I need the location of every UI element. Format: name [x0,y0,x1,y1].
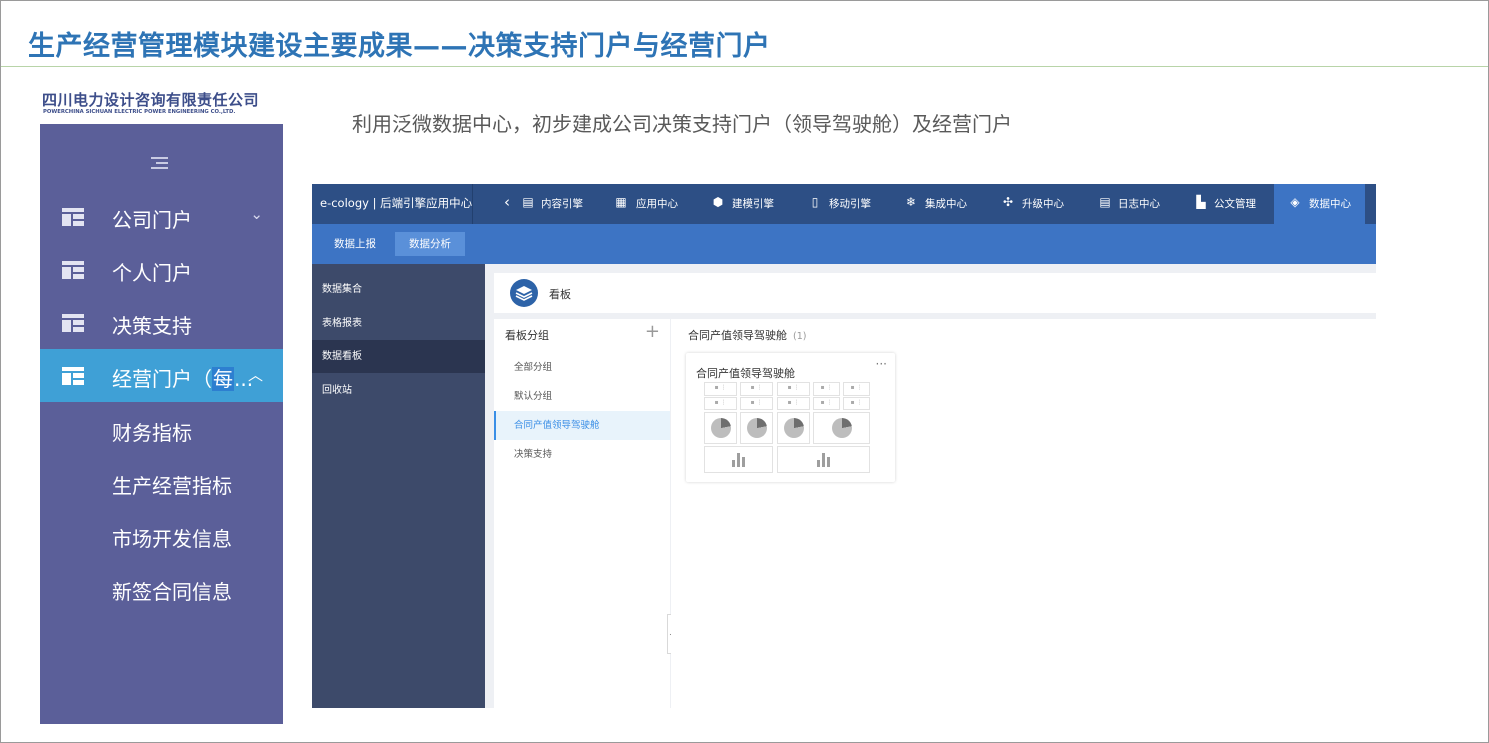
title-divider [1,66,1488,67]
thumb-bar-chart [777,446,870,473]
tab-data-report[interactable]: 数据上报 [328,232,382,256]
sub-item-contracts[interactable]: 新签合同信息 [112,576,232,605]
nav-label: 决策支持 [112,314,192,338]
group-item-all[interactable]: 全部分组 [494,353,670,382]
tab-document-management[interactable]: ▙ 公文管理 [1193,184,1268,224]
portal-sidebar: 四川电力设计咨询有限责任公司 POWERCHINA SICHUAN ELECTR… [40,86,283,724]
nav-label: 经营门户（每... [112,367,254,391]
log-icon: ▤ [1099,195,1111,209]
snowflake-icon: ❄ [905,195,917,209]
sidebar-item-table-report[interactable]: 表格报表 [312,307,485,340]
refresh-icon: ✣ [1002,195,1014,209]
portal-icon [62,367,84,385]
sub-item-market[interactable]: 市场开发信息 [112,523,232,552]
thumb-tile: ▪ ⋮ [740,397,773,410]
group-item-leader-cockpit[interactable]: 合同产值领导驾驶舱 [494,411,670,440]
tab-data-analysis[interactable]: 数据分析 [395,232,465,256]
intro-text: 利用泛微数据中心，初步建成公司决策支持门户（领导驾驶舱）及经营门户 [352,112,1012,136]
sub-item-production[interactable]: 生产经营指标 [112,470,232,499]
tab-modeling-engine[interactable]: ⬢ 建模引擎 [710,184,785,224]
kanban-title: 看板 [549,288,571,301]
content-panel: 合同产值领导驾驶舱 (1) 合同产值领导驾驶舱 ··· ▪ ⋮ ▪ ⋮ ▪ ⋮ ▪… [671,319,1376,708]
chevron-down-icon: ⌄ [250,205,263,223]
more-icon[interactable]: ··· [876,357,887,371]
thumb-tile: ▪ ⋮ [813,397,840,410]
slide-title: 生产经营管理模块建设主要成果——决策支持门户与经营门户 [28,31,771,62]
group-item-default[interactable]: 默认分组 [494,382,670,411]
nav-label: 个人门户 [112,261,192,285]
chevron-up-icon: ︿ [247,366,263,384]
thumb-tile: ▪ ⋮ [813,382,840,396]
tab-mobile-engine[interactable]: ▯ 移动引擎 [807,184,882,224]
layers-icon: ◈ [1290,195,1300,209]
company-logo: 四川电力设计咨询有限责任公司 POWERCHINA SICHUAN ELECTR… [40,86,283,124]
brand-label: e-cology | 后端引擎应用中心 [320,196,473,210]
logo-en: POWERCHINA SICHUAN ELECTRIC POWER ENGINE… [43,109,236,115]
thumb-pie-chart [813,412,870,444]
sub-bar: 数据上报 数据分析 [312,224,1376,264]
thumb-pie-chart [704,412,737,444]
file-icon: ▙ [1196,195,1206,209]
tab-content-engine[interactable]: ▤ 内容引擎 [519,184,589,224]
card-title: 合同产值领导驾驶舱 [696,367,795,380]
thumb-pie-chart [777,412,810,444]
tab-integration-center[interactable]: ❄ 集成中心 [903,184,978,224]
nav-item-personal-portal[interactable]: 个人门户 [40,243,283,296]
nav-item-business-portal[interactable]: 经营门户（每... ︿ [40,349,283,402]
logo-cn: 四川电力设计咨询有限责任公司 [42,91,260,109]
portal-icon [62,208,84,226]
mobile-icon: ▯ [811,195,819,209]
tab-log-center[interactable]: ▤ 日志中心 [1097,184,1172,224]
cube-icon: ⬢ [712,195,724,209]
dashboard-card[interactable]: 合同产值领导驾驶舱 ··· ▪ ⋮ ▪ ⋮ ▪ ⋮ ▪ ⋮ ▪ ⋮ ▪ ⋮ ▪ … [686,353,895,482]
sub-item-finance[interactable]: 财务指标 [112,417,192,446]
tab-data-center[interactable]: ◈ 数据中心 [1274,184,1365,224]
sidebar-item-dashboard[interactable]: 数据看板 [312,340,485,373]
portal-icon [62,314,84,332]
group-panel: 看板分组 + 全部分组 默认分组 合同产值领导驾驶舱 决策支持 [494,319,670,708]
inner-sidebar: 数据集合 表格报表 数据看板 回收站 [312,264,485,708]
main-area: 看板 看板分组 + 全部分组 默认分组 合同产值领导驾驶舱 决策支持 ◀ 合同产… [485,264,1376,708]
nav-item-decision-support[interactable]: 决策支持 [40,296,283,349]
nav-label: 公司门户 [112,208,192,232]
divider [472,184,473,224]
thumb-tile: ▪ ⋮ [843,397,870,410]
thumb-pie-chart [740,412,773,444]
thumb-bar-chart [704,446,773,473]
content-count: (1) [793,331,807,342]
thumb-tile: ▪ ⋮ [704,382,737,396]
sidebar-item-recycle-bin[interactable]: 回收站 [312,374,485,407]
document-icon: ▤ [522,195,534,209]
menu-collapse-icon[interactable] [151,156,168,170]
ecology-screenshot: e-cology | 后端引擎应用中心 ‹ ▤ 内容引擎 ▦ 应用中心 ⬢ 建模… [312,184,1376,708]
grid-icon: ▦ [615,195,627,209]
group-panel-title: 看板分组 [505,329,549,342]
thumb-tile: ▪ ⋮ [843,382,870,396]
chevron-left-icon[interactable]: ‹ [504,193,510,211]
portal-icon [62,261,84,279]
thumb-tile: ▪ ⋮ [704,397,737,410]
thumb-tile: ▪ ⋮ [777,382,810,396]
kanban-header: 看板 [494,273,1376,313]
thumb-tile: ▪ ⋮ [777,397,810,410]
content-title: 合同产值领导驾驶舱 (1) [688,329,807,342]
group-item-decision-support[interactable]: 决策支持 [494,440,670,469]
top-bar: e-cology | 后端引擎应用中心 ‹ ▤ 内容引擎 ▦ 应用中心 ⬢ 建模… [312,184,1376,224]
thumb-tile: ▪ ⋮ [740,382,773,396]
tab-app-center[interactable]: ▦ 应用中心 [612,184,687,224]
nav-item-company-portal[interactable]: 公司门户 ⌄ [40,190,283,243]
sidebar-item-dataset[interactable]: 数据集合 [312,273,485,306]
tab-upgrade-center[interactable]: ✣ 升级中心 [1000,184,1075,224]
add-group-button[interactable]: + [645,321,660,342]
layers-icon [510,279,538,307]
